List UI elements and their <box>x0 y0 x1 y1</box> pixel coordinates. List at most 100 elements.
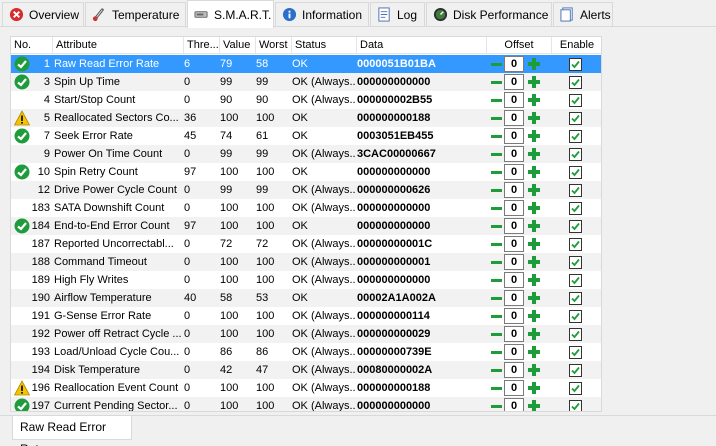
enable-checkbox[interactable] <box>569 382 582 395</box>
enable-checkbox[interactable] <box>569 58 582 71</box>
minus-icon[interactable] <box>489 129 503 143</box>
enable-checkbox[interactable] <box>569 112 582 125</box>
table-row[interactable]: 189 High Fly Writes 0 100 100 OK (Always... 00… <box>11 271 601 289</box>
plus-icon[interactable] <box>527 129 541 143</box>
offset-value[interactable]: 0 <box>504 326 524 342</box>
tab-disk-performance[interactable]: Disk Performance <box>426 2 552 26</box>
offset-value[interactable]: 0 <box>504 344 524 360</box>
plus-icon[interactable] <box>527 291 541 305</box>
table-row[interactable]: 193 Load/Unload Cycle Cou... 0 86 86 OK (Alwa… <box>11 343 601 361</box>
offset-value[interactable]: 0 <box>504 398 524 411</box>
minus-icon[interactable] <box>489 219 503 233</box>
enable-checkbox[interactable] <box>569 76 582 89</box>
plus-icon[interactable] <box>527 219 541 233</box>
plus-icon[interactable] <box>527 183 541 197</box>
offset-value[interactable]: 0 <box>504 380 524 396</box>
enable-checkbox[interactable] <box>569 130 582 143</box>
offset-value[interactable]: 0 <box>504 290 524 306</box>
minus-icon[interactable] <box>489 93 503 107</box>
minus-icon[interactable] <box>489 345 503 359</box>
table-row[interactable]: 191 G-Sense Error Rate 0 100 100 OK (Always..… <box>11 307 601 325</box>
tab-overview[interactable]: Overview <box>2 2 84 26</box>
enable-checkbox[interactable] <box>569 256 582 269</box>
table-row[interactable]: 183 SATA Downshift Count 0 100 100 OK (Always… <box>11 199 601 217</box>
enable-checkbox[interactable] <box>569 202 582 215</box>
plus-icon[interactable] <box>527 381 541 395</box>
table-row[interactable]: 188 Command Timeout 0 100 100 OK (Always... 00… <box>11 253 601 271</box>
plus-icon[interactable] <box>527 255 541 269</box>
enable-checkbox[interactable] <box>569 274 582 287</box>
offset-value[interactable]: 0 <box>504 146 524 162</box>
enable-checkbox[interactable] <box>569 94 582 107</box>
offset-value[interactable]: 0 <box>504 182 524 198</box>
plus-icon[interactable] <box>527 93 541 107</box>
minus-icon[interactable] <box>489 75 503 89</box>
tab-s-m-a-r-t[interactable]: S.M.A.R.T. <box>187 0 274 28</box>
minus-icon[interactable] <box>489 309 503 323</box>
table-row[interactable]: 5 Reallocated Sectors Co... 36 100 100 OK 0000… <box>11 109 601 127</box>
column-header-value[interactable]: Value <box>220 37 256 54</box>
plus-icon[interactable] <box>527 399 541 411</box>
column-header-worst[interactable]: Worst <box>256 37 292 54</box>
enable-checkbox[interactable] <box>569 220 582 233</box>
offset-value[interactable]: 0 <box>504 308 524 324</box>
offset-value[interactable]: 0 <box>504 56 524 72</box>
table-row[interactable]: 187 Reported Uncorrectabl... 0 72 72 OK (Alwa… <box>11 235 601 253</box>
offset-value[interactable]: 0 <box>504 92 524 108</box>
tab-alerts[interactable]: Alerts <box>553 2 613 26</box>
plus-icon[interactable] <box>527 309 541 323</box>
offset-value[interactable]: 0 <box>504 362 524 378</box>
offset-value[interactable]: 0 <box>504 218 524 234</box>
column-header-attribute[interactable]: Attribute <box>53 37 184 54</box>
minus-icon[interactable] <box>489 255 503 269</box>
plus-icon[interactable] <box>527 363 541 377</box>
minus-icon[interactable] <box>489 183 503 197</box>
enable-checkbox[interactable] <box>569 184 582 197</box>
column-header-status[interactable]: Status <box>292 37 357 54</box>
column-header-no[interactable]: No. <box>11 37 53 54</box>
enable-checkbox[interactable] <box>569 400 582 411</box>
table-row[interactable]: 7 Seek Error Rate 45 74 61 OK 0003051EB455 0 <box>11 127 601 145</box>
plus-icon[interactable] <box>527 75 541 89</box>
column-header-thre[interactable]: Thre... <box>184 37 220 54</box>
offset-value[interactable]: 0 <box>504 254 524 270</box>
plus-icon[interactable] <box>527 201 541 215</box>
table-row[interactable]: 1 Raw Read Error Rate 6 79 58 OK 0000051B01BA 0 <box>11 55 601 73</box>
enable-checkbox[interactable] <box>569 328 582 341</box>
offset-value[interactable]: 0 <box>504 236 524 252</box>
table-row[interactable]: 4 Start/Stop Count 0 90 90 OK (Always... 00000… <box>11 91 601 109</box>
plus-icon[interactable] <box>527 273 541 287</box>
minus-icon[interactable] <box>489 363 503 377</box>
minus-icon[interactable] <box>489 381 503 395</box>
plus-icon[interactable] <box>527 111 541 125</box>
table-row[interactable]: 190 Airflow Temperature 40 58 53 OK 00002A1A00… <box>11 289 601 307</box>
plus-icon[interactable] <box>527 57 541 71</box>
offset-value[interactable]: 0 <box>504 272 524 288</box>
minus-icon[interactable] <box>489 399 503 411</box>
plus-icon[interactable] <box>527 345 541 359</box>
table-row[interactable]: 194 Disk Temperature 0 42 47 OK (Always... 000… <box>11 361 601 379</box>
enable-checkbox[interactable] <box>569 310 582 323</box>
enable-checkbox[interactable] <box>569 166 582 179</box>
minus-icon[interactable] <box>489 273 503 287</box>
plus-icon[interactable] <box>527 237 541 251</box>
table-row[interactable]: 196 Reallocation Event Count 0 100 100 OK (Al… <box>11 379 601 397</box>
enable-checkbox[interactable] <box>569 292 582 305</box>
column-header-offset[interactable]: Offset <box>487 37 552 54</box>
bottom-tab-raw-read-error-rate[interactable]: Raw Read Error Rate <box>12 416 132 446</box>
offset-value[interactable]: 0 <box>504 110 524 126</box>
offset-value[interactable]: 0 <box>504 200 524 216</box>
tab-temperature[interactable]: Temperature <box>85 2 186 26</box>
enable-checkbox[interactable] <box>569 148 582 161</box>
plus-icon[interactable] <box>527 147 541 161</box>
minus-icon[interactable] <box>489 201 503 215</box>
table-row[interactable]: 9 Power On Time Count 0 99 99 OK (Always... 3C… <box>11 145 601 163</box>
plus-icon[interactable] <box>527 327 541 341</box>
column-header-data[interactable]: Data <box>357 37 487 54</box>
table-row[interactable]: 12 Drive Power Cycle Count 0 99 99 OK (Always… <box>11 181 601 199</box>
enable-checkbox[interactable] <box>569 238 582 251</box>
minus-icon[interactable] <box>489 327 503 341</box>
column-header-enable[interactable]: Enable <box>552 37 601 54</box>
offset-value[interactable]: 0 <box>504 128 524 144</box>
tab-log[interactable]: Log <box>370 2 425 26</box>
